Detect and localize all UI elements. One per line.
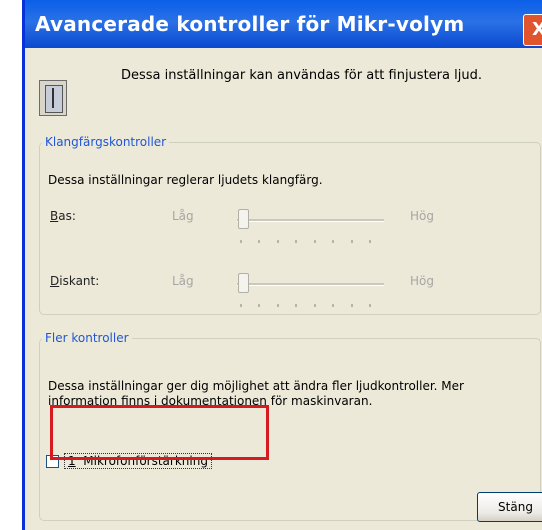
title-bar[interactable]: Avancerade kontroller för Mikr-volym bbox=[25, 0, 542, 48]
intro-text: Dessa inställningar kan användas för att… bbox=[121, 68, 482, 83]
treble-slider-ticks bbox=[240, 304, 380, 308]
treble-slider-thumb[interactable] bbox=[238, 273, 249, 293]
tone-controls-group: Klangfärgskontroller Dessa inställningar… bbox=[39, 135, 541, 315]
close-button[interactable]: Stäng bbox=[477, 492, 542, 522]
bass-slider-track bbox=[237, 219, 384, 222]
treble-high-label: Hög bbox=[410, 274, 434, 288]
speaker-icon bbox=[39, 80, 67, 116]
highlight-box bbox=[50, 405, 269, 460]
treble-slider-track bbox=[237, 283, 384, 286]
bass-label: Bas: bbox=[50, 209, 76, 223]
tone-controls-legend: Klangfärgskontroller bbox=[45, 135, 167, 149]
bass-low-label: Låg bbox=[172, 209, 194, 223]
bass-slider-thumb[interactable] bbox=[238, 209, 249, 229]
window-title: Avancerade kontroller för Mikr-volym bbox=[35, 12, 465, 36]
tone-description: Dessa inställningar reglerar ljudets kla… bbox=[48, 173, 323, 187]
treble-low-label: Låg bbox=[172, 274, 194, 288]
bass-slider-ticks bbox=[240, 240, 380, 244]
treble-label: Diskant: bbox=[50, 274, 100, 288]
more-controls-legend: Fler kontroller bbox=[45, 331, 129, 345]
close-icon[interactable]: X bbox=[523, 14, 542, 46]
bass-high-label: Hög bbox=[410, 209, 434, 223]
